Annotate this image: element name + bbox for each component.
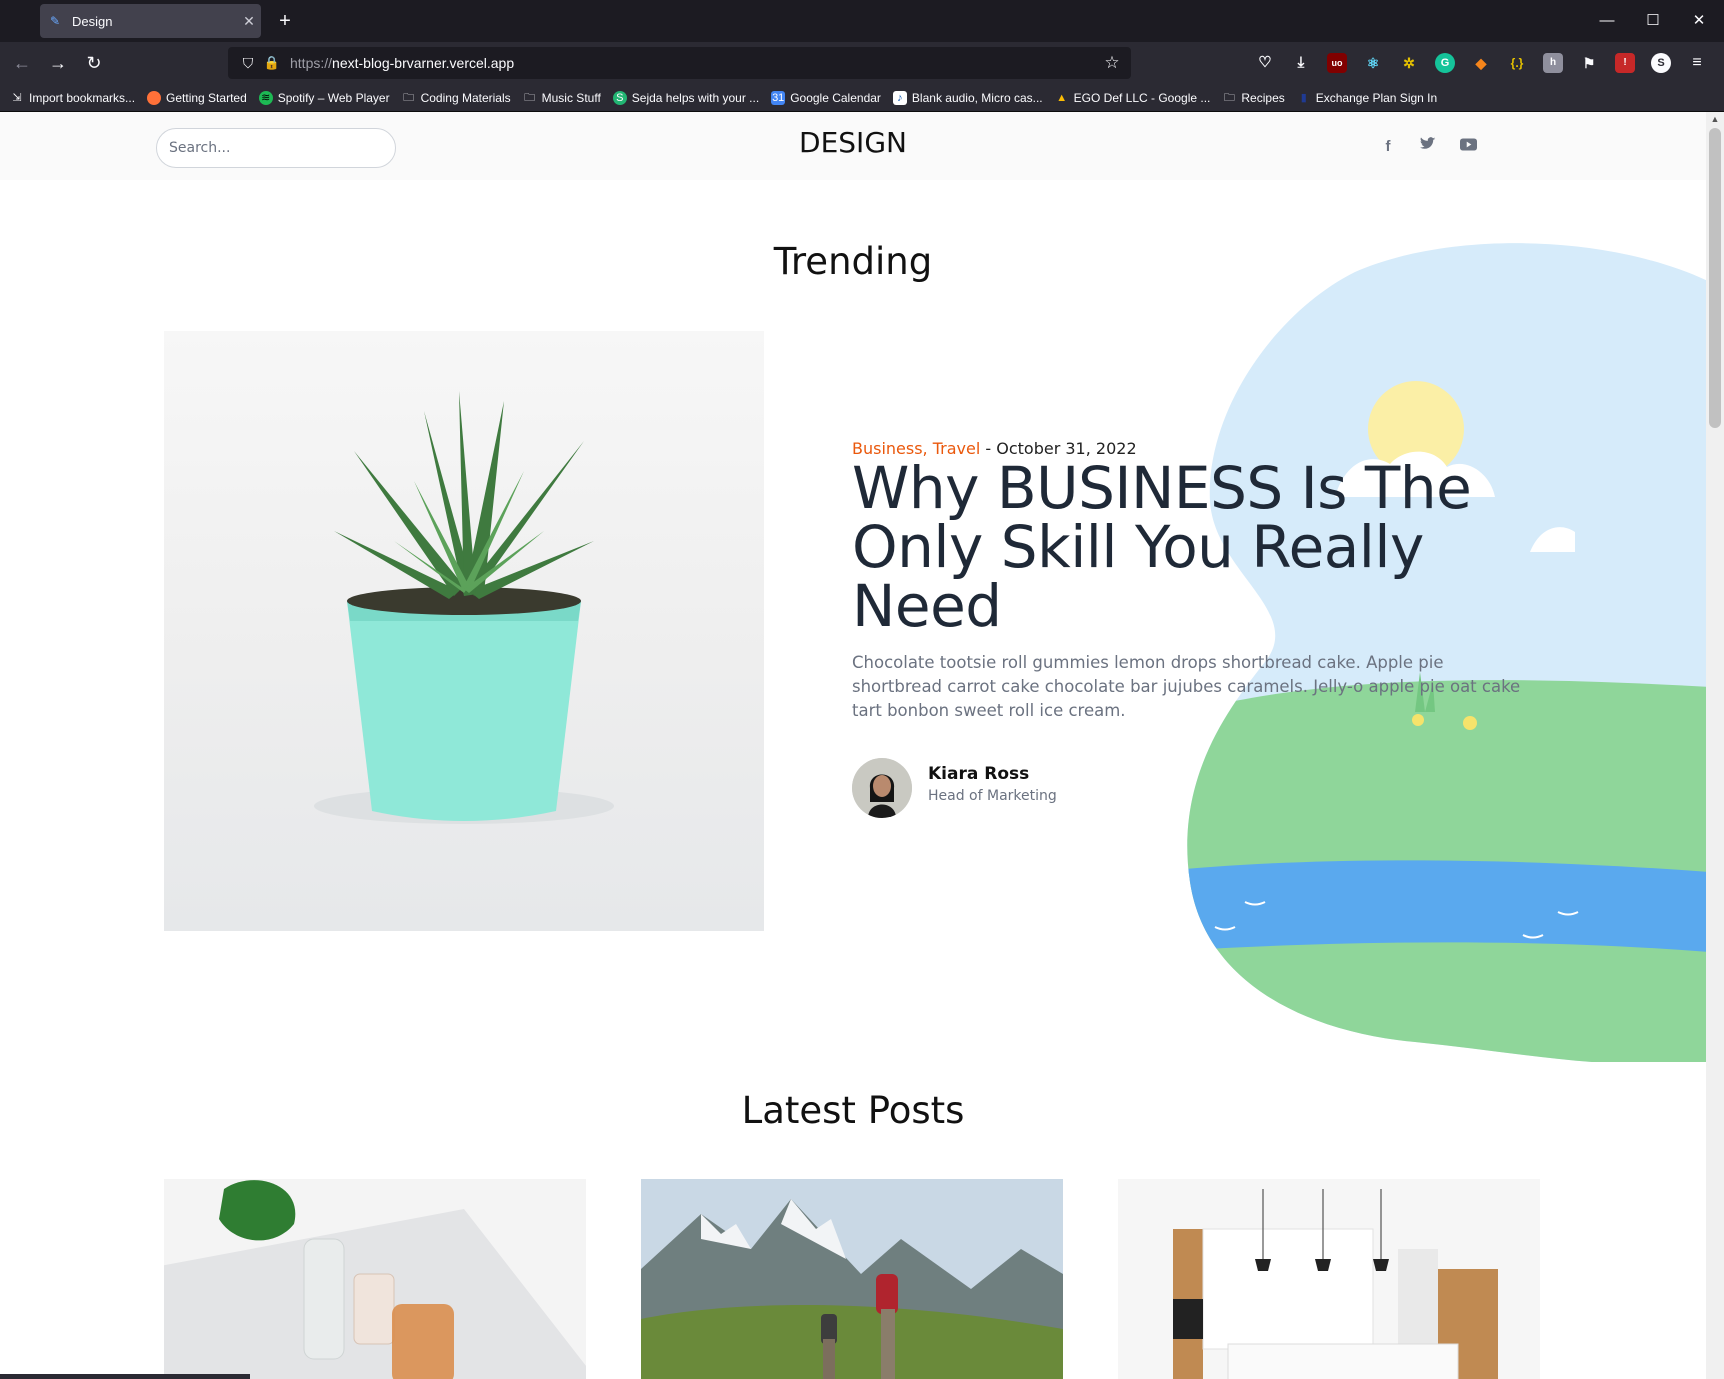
trending-post-title[interactable]: Why BUSINESS Is The Only Skill You Reall… — [852, 459, 1552, 636]
lock-icon[interactable]: 🔒 — [262, 53, 282, 73]
page-viewport: DESIGN f Trending — [0, 112, 1706, 1379]
tab-bar: ✎ Design ✕ + — ☐ ✕ — [0, 0, 1724, 42]
brush-icon: ✎ — [50, 14, 61, 28]
address-bar[interactable]: ⛉ 🔒 https://next-blog-brvarner.vercel.ap… — [228, 47, 1131, 79]
bookmark-import[interactable]: ⇲ Import bookmarks... — [10, 91, 135, 105]
pocket-icon[interactable]: ♡ — [1255, 53, 1275, 73]
succulent-plant-image — [314, 391, 614, 824]
author-role: Head of Marketing — [928, 788, 1057, 804]
status-bar-fragment — [0, 1374, 250, 1379]
latest-post-card-2-image[interactable] — [641, 1179, 1063, 1379]
sejda-icon: S — [612, 90, 627, 105]
json-viewer-icon[interactable]: {.} — [1507, 53, 1527, 73]
scroll-up-icon[interactable]: ▲ — [1706, 112, 1724, 126]
kitchen-interior-image — [1118, 1179, 1540, 1379]
bookmark-ego-def[interactable]: ▲ EGO Def LLC - Google ... — [1055, 91, 1210, 105]
account-icon[interactable]: S — [1651, 53, 1671, 73]
trending-post-excerpt: Chocolate tootsie roll gummies lemon dro… — [852, 653, 1521, 720]
extension-icon[interactable]: ✲ — [1399, 53, 1419, 73]
site-header: DESIGN f — [0, 112, 1706, 180]
youtube-icon[interactable] — [1457, 136, 1479, 158]
tab-design[interactable]: ✎ Design ✕ — [40, 4, 261, 38]
exchange-icon: ▮ — [1300, 91, 1307, 104]
shield-icon[interactable]: ⛉ — [238, 53, 258, 73]
browser-window: ✎ Design ✕ + — ☐ ✕ ← → ↻ ⛉ 🔒 https://nex… — [0, 0, 1724, 1379]
flag-icon[interactable]: ⚑ — [1579, 53, 1599, 73]
folder-icon: 🗀 — [524, 91, 536, 104]
latest-post-card-1-image[interactable] — [164, 1179, 586, 1379]
author-name: Kiara Ross — [928, 764, 1030, 784]
url-text[interactable]: https://next-blog-brvarner.vercel.app — [290, 55, 514, 71]
folder-icon: 🗀 — [403, 91, 415, 104]
bookmark-music-stuff[interactable]: 🗀 Music Stuff — [523, 91, 601, 105]
lastpass-icon[interactable]: ! — [1615, 53, 1635, 73]
bookmark-spotify[interactable]: ≋ Spotify – Web Player — [258, 90, 390, 105]
drive-icon: ▲ — [1056, 91, 1068, 104]
new-tab-button[interactable]: + — [272, 8, 298, 34]
bookmark-recipes[interactable]: 🗀 Recipes — [1222, 91, 1285, 105]
bookmark-star-icon[interactable]: ☆ — [1101, 52, 1123, 74]
maximize-button[interactable]: ☐ — [1630, 0, 1676, 42]
bookmark-getting-started[interactable]: Getting Started — [147, 90, 247, 105]
latest-post-card-3-image[interactable] — [1118, 1179, 1540, 1379]
page-scrollbar[interactable]: ▲ — [1706, 112, 1724, 1379]
close-window-button[interactable]: ✕ — [1676, 0, 1722, 42]
scrollbar-thumb[interactable] — [1709, 128, 1721, 428]
bookmark-sejda[interactable]: S Sejda helps with your ... — [612, 90, 759, 105]
minimize-button[interactable]: — — [1584, 0, 1630, 42]
audio-icon: ♪ — [892, 90, 907, 105]
twitter-icon[interactable] — [1417, 136, 1439, 158]
tab-title: Design — [72, 13, 113, 29]
bookmark-coding-materials[interactable]: 🗀 Coding Materials — [402, 91, 511, 105]
bookmarks-toolbar: ⇲ Import bookmarks... Getting Started ≋ Sp… — [0, 84, 1724, 112]
facebook-icon[interactable]: f — [1377, 136, 1399, 158]
bookmark-exchange-plan[interactable]: ▮ Exchange Plan Sign In — [1297, 91, 1437, 105]
bookmark-blank-audio[interactable]: ♪ Blank audio, Micro cas... — [892, 90, 1043, 105]
tea-table-image — [164, 1179, 586, 1379]
spotify-icon: ≋ — [258, 90, 273, 105]
site-logo[interactable]: DESIGN — [799, 126, 907, 159]
reload-button[interactable]: ↻ — [80, 49, 108, 77]
avatar — [852, 758, 912, 818]
extension-gray-icon[interactable]: h — [1543, 53, 1563, 73]
bookmark-google-calendar[interactable]: 31 Google Calendar — [771, 90, 881, 105]
close-tab-icon[interactable]: ✕ — [237, 13, 261, 30]
import-icon: ⇲ — [12, 91, 22, 104]
react-devtools-icon[interactable]: ⚛ — [1363, 53, 1383, 73]
menu-icon[interactable]: ≡ — [1687, 53, 1707, 73]
metamask-icon[interactable]: ◆ — [1471, 53, 1491, 73]
calendar-icon: 31 — [771, 90, 786, 105]
grammarly-icon[interactable]: G — [1435, 53, 1455, 73]
forward-button[interactable]: → — [44, 49, 72, 77]
download-icon[interactable]: ⤓ — [1291, 53, 1311, 73]
hikers-mountains-image — [641, 1179, 1063, 1379]
latest-posts-heading: Latest Posts — [741, 1089, 965, 1132]
ublock-icon[interactable]: uo — [1327, 53, 1347, 73]
navigation-toolbar: ← → ↻ ⛉ 🔒 https://next-blog-brvarner.ver… — [0, 42, 1724, 84]
search-input[interactable] — [156, 128, 396, 168]
back-button[interactable]: ← — [8, 49, 36, 77]
trending-post-image[interactable] — [164, 331, 764, 931]
folder-icon: 🗀 — [1223, 91, 1235, 104]
firefox-icon — [147, 90, 162, 105]
